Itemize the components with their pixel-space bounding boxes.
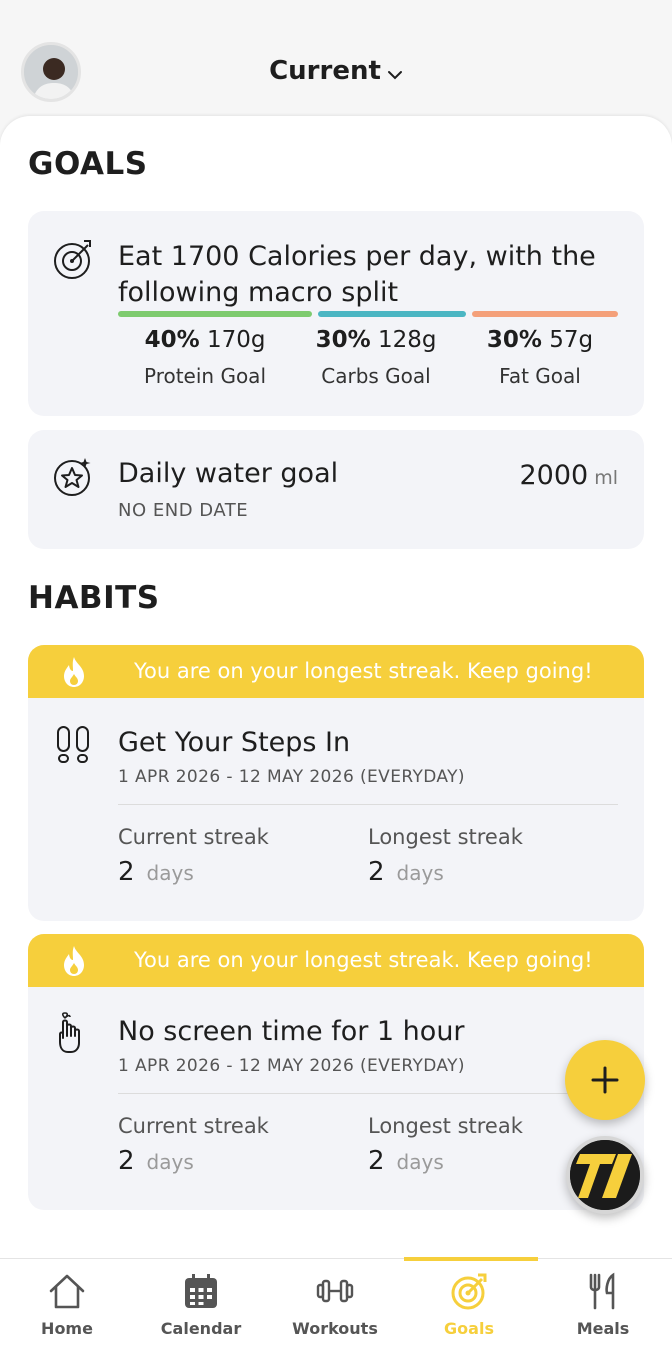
period-title: Current (269, 56, 381, 86)
days-unit: days (146, 1150, 194, 1174)
streak-banner: You are on your longest streak. Keep goi… (28, 934, 644, 987)
home-icon (47, 1271, 87, 1311)
carbs-grams: 128g (377, 327, 437, 353)
nav-meals-label: Meals (576, 1319, 630, 1338)
fat-percent: 30% (486, 327, 542, 353)
days-unit: days (396, 861, 444, 885)
streak-message: You are on your longest streak. Keep goi… (134, 659, 593, 683)
nav-goals[interactable]: Goals (402, 1259, 536, 1362)
divider (118, 1093, 618, 1094)
protein-macro: 40% 170g Protein Goal (120, 325, 290, 391)
longest-streak-label: Longest streak (368, 1114, 523, 1138)
longest-streak-number: 2 (368, 857, 385, 887)
protein-grams: 170g (206, 327, 266, 353)
streak-banner: You are on your longest streak. Keep goi… (28, 645, 644, 698)
water-goal-card[interactable]: Daily water goal NO END DATE 2000 ml (28, 430, 644, 549)
nutrition-goal-line2: following macro split (118, 277, 399, 308)
nav-goals-label: Goals (444, 1319, 494, 1338)
water-value: 2000 (519, 460, 589, 491)
nav-workouts-label: Workouts (292, 1319, 378, 1338)
target-icon (449, 1271, 489, 1311)
top-header: Current (0, 0, 672, 130)
streak-message: You are on your longest streak. Keep goi… (134, 948, 593, 972)
bottom-nav: Home Calendar Workouts Goals Meals (0, 1257, 672, 1362)
plus-icon (591, 1066, 619, 1094)
days-unit: days (146, 861, 194, 885)
longest-streak-number: 2 (368, 1146, 385, 1176)
water-unit: ml (594, 467, 618, 489)
current-streak-label: Current streak (118, 825, 269, 849)
footprints-icon (54, 723, 94, 767)
hand-reminder-icon (54, 1012, 94, 1056)
habit-dates: 1 APR 2026 - 12 MAY 2026 (EVERYDAY) (118, 1056, 465, 1076)
nav-home-label: Home (41, 1319, 93, 1338)
brand-assistant-button[interactable] (566, 1136, 644, 1214)
carbs-macro: 30% 128g Carbs Goal (291, 325, 461, 391)
current-streak-number: 2 (118, 1146, 135, 1176)
protein-bar (118, 311, 312, 317)
fat-label: Fat Goal (499, 364, 581, 388)
carbs-bar (318, 311, 466, 317)
carbs-label: Carbs Goal (321, 364, 431, 388)
habit-title: No screen time for 1 hour (118, 1016, 465, 1047)
water-goal-title: Daily water goal (118, 458, 339, 489)
nav-meals[interactable]: Meals (536, 1259, 670, 1362)
dumbbell-icon (315, 1271, 355, 1311)
longest-streak-value: 2 days (368, 1146, 444, 1176)
habit-title: Get Your Steps In (118, 727, 351, 758)
flame-icon (60, 656, 88, 688)
fat-macro: 30% 57g Fat Goal (455, 325, 625, 391)
goals-section-title: GOALS (28, 146, 148, 182)
water-goal-value: 2000 ml (519, 460, 618, 491)
current-streak-number: 2 (118, 857, 135, 887)
water-goal-subtitle: NO END DATE (118, 500, 249, 521)
nutrition-goal-line1: Eat 1700 Calories per day, with the (118, 241, 596, 272)
current-streak-value: 2 days (118, 857, 194, 887)
brand-logo-icon (570, 1140, 640, 1210)
add-button[interactable] (565, 1040, 645, 1120)
habit-card[interactable]: You are on your longest streak. Keep goi… (28, 934, 644, 1210)
carbs-percent: 30% (315, 327, 371, 353)
longest-streak-label: Longest streak (368, 825, 523, 849)
current-streak-label: Current streak (118, 1114, 269, 1138)
longest-streak-value: 2 days (368, 857, 444, 887)
protein-percent: 40% (144, 327, 200, 353)
habit-dates: 1 APR 2026 - 12 MAY 2026 (EVERYDAY) (118, 767, 465, 787)
current-streak-value: 2 days (118, 1146, 194, 1176)
target-arrow-icon (52, 237, 96, 281)
protein-label: Protein Goal (143, 364, 266, 388)
fat-bar (472, 311, 618, 317)
habit-card[interactable]: You are on your longest streak. Keep goi… (28, 645, 644, 921)
nav-workouts[interactable]: Workouts (268, 1259, 402, 1362)
divider (118, 804, 618, 805)
fork-knife-icon (583, 1271, 623, 1311)
star-badge-icon (52, 454, 96, 498)
days-unit: days (396, 1150, 444, 1174)
period-selector[interactable]: Current (0, 56, 672, 87)
chevron-down-icon (387, 57, 403, 87)
nutrition-goal-text: Eat 1700 Calories per day, with the foll… (118, 239, 596, 311)
nav-home[interactable]: Home (0, 1259, 134, 1362)
calendar-icon (181, 1271, 221, 1311)
nav-calendar-label: Calendar (160, 1319, 242, 1338)
fat-grams: 57g (549, 327, 594, 353)
nav-calendar[interactable]: Calendar (134, 1259, 268, 1362)
nutrition-goal-card[interactable]: Eat 1700 Calories per day, with the foll… (28, 211, 644, 416)
flame-icon (60, 945, 88, 977)
habits-section-title: HABITS (28, 580, 160, 616)
